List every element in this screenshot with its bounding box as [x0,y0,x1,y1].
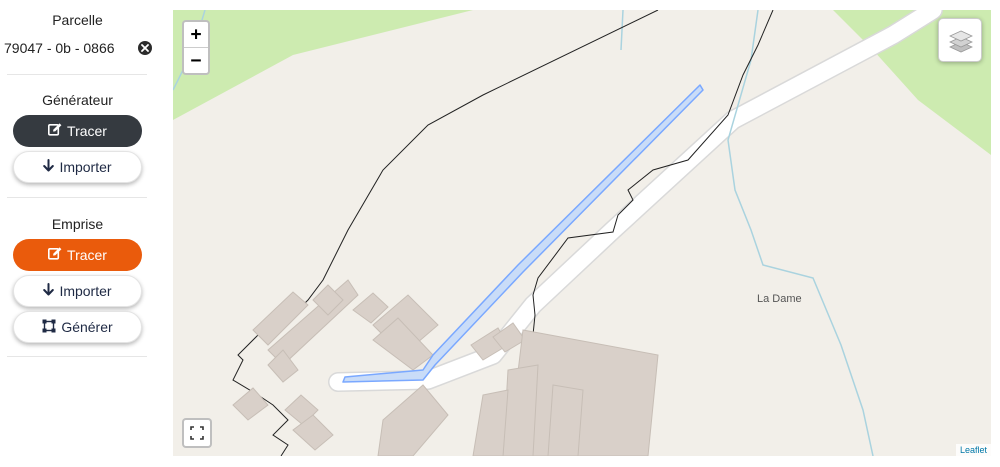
layers-button[interactable] [938,18,982,62]
generateur-title: Générateur [42,92,113,108]
emprise-import-button[interactable]: Importer [13,275,142,307]
map-view[interactable]: La Dame + − Leaflet [173,10,991,456]
edit-icon [48,247,62,263]
zoom-control: + − [182,20,210,75]
generateur-import-button[interactable]: Importer [13,151,142,183]
divider [7,74,147,75]
emprise-trace-button[interactable]: Tracer [13,239,142,271]
edit-icon [48,123,62,139]
emprise-title: Emprise [51,216,104,232]
emprise-import-label: Importer [59,283,112,299]
emprise-generate-button[interactable]: Générer [13,311,142,343]
parcelle-title: Parcelle [52,12,103,28]
emprise-generate-label: Générer [61,319,113,335]
arrow-down-icon [43,283,55,299]
attribution-link[interactable]: Leaflet [955,444,991,456]
generateur-import-label: Importer [59,159,112,175]
app: Parcelle 79047 - 0b - 0866 Générateur Tr… [0,0,1000,467]
generateur-trace-button[interactable]: Tracer [13,115,142,147]
meadow-area [173,10,473,120]
zoom-out-button[interactable]: − [184,48,208,73]
parcel-reference: 79047 - 0b - 0866 [4,40,115,56]
remove-parcel-icon[interactable] [138,41,152,55]
generateur-trace-label: Tracer [67,123,107,139]
sidebar: Parcelle 79047 - 0b - 0866 Générateur Tr… [0,0,160,467]
emprise-trace-label: Tracer [67,247,107,263]
divider [7,356,147,357]
parcel-row: 79047 - 0b - 0866 [0,40,160,58]
vector-square-icon [42,319,56,336]
fullscreen-button[interactable] [182,418,212,448]
basemap [173,10,991,456]
arrow-down-icon [43,159,55,175]
divider [7,197,147,198]
zoom-in-button[interactable]: + [184,22,208,48]
place-label: La Dame [757,293,802,305]
